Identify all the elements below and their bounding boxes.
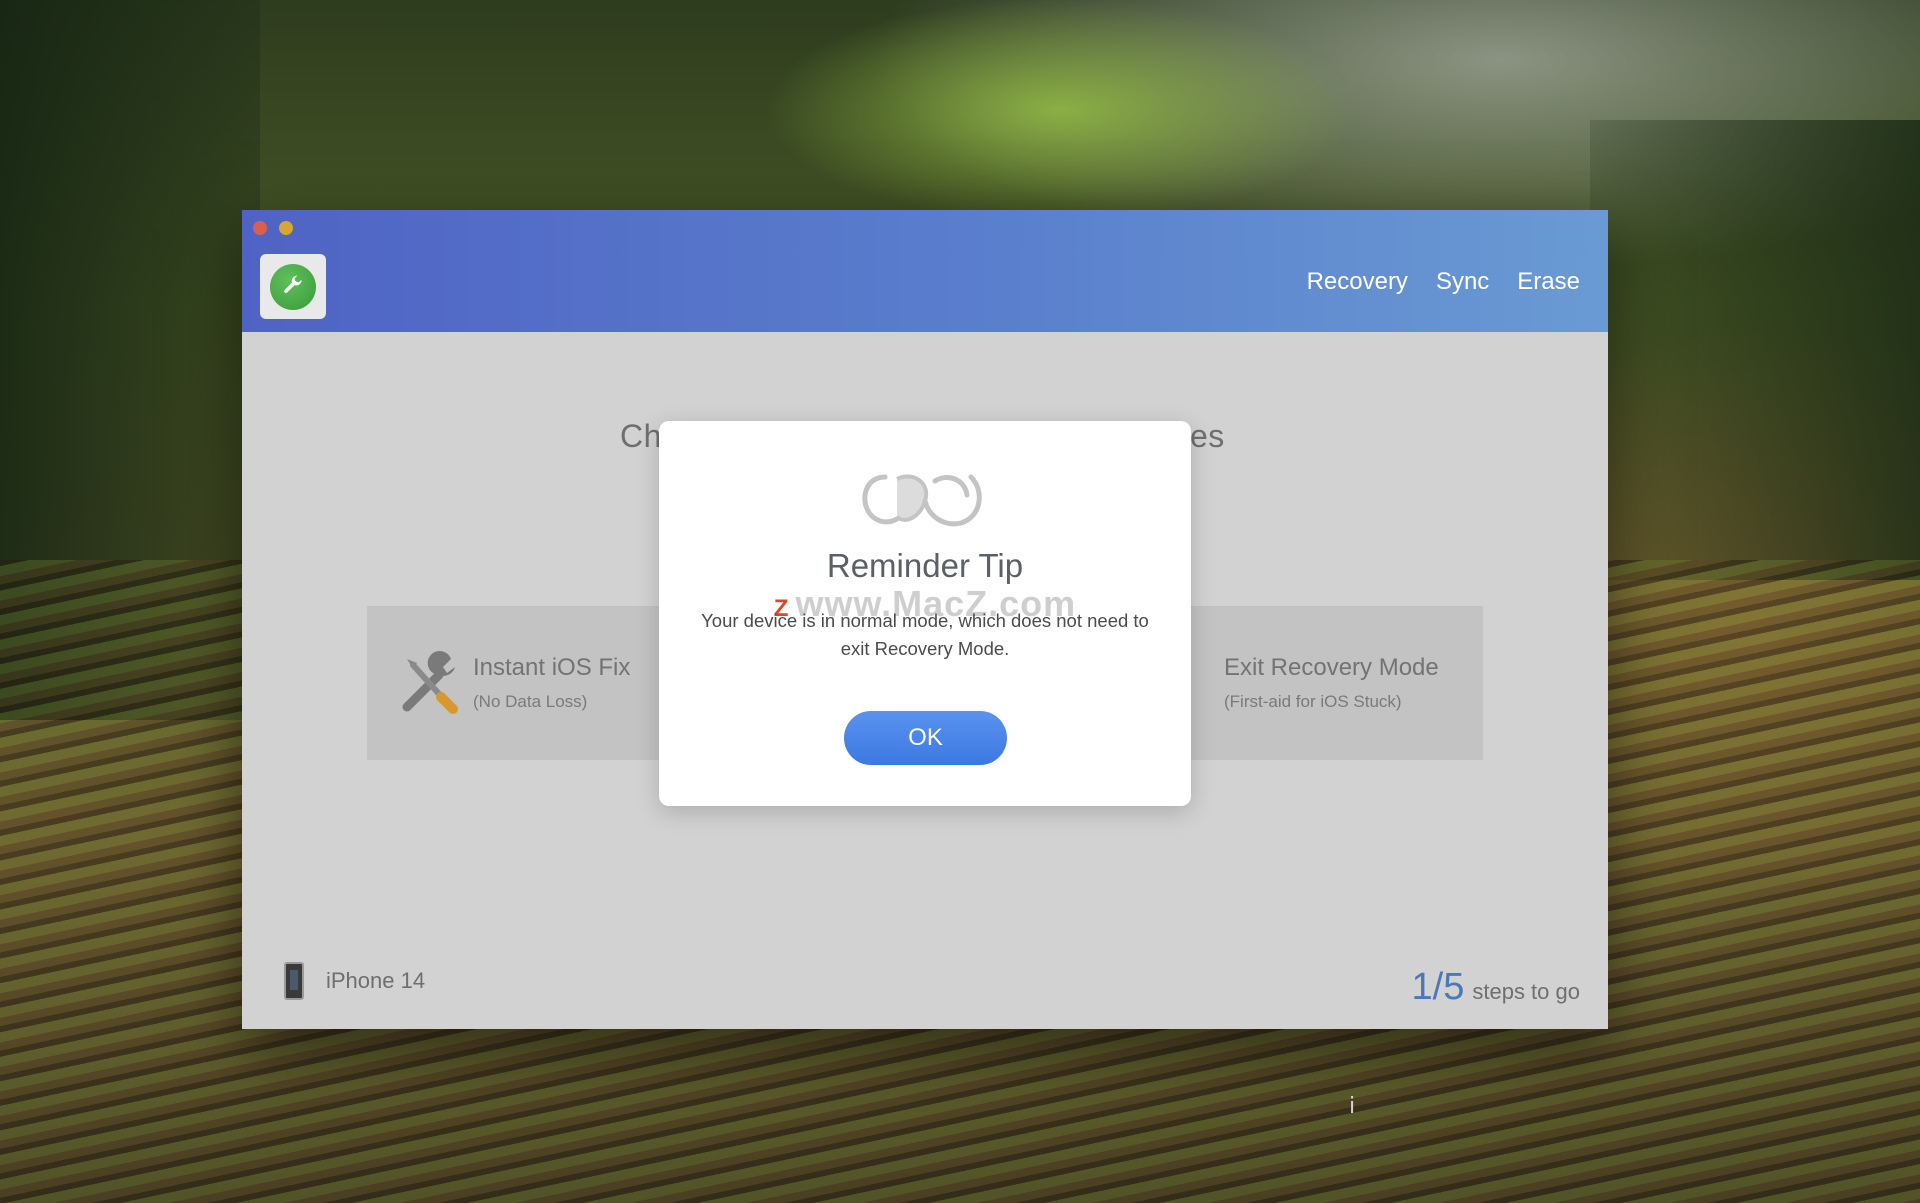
nav-sync[interactable]: Sync [1436, 268, 1489, 296]
reminder-dialog: Reminder Tip Zwww.MacZ.com Your device i… [659, 421, 1191, 806]
option-subtitle: (First-aid for iOS Stuck) [1224, 692, 1402, 711]
option-title: Exit Recovery Mode [1224, 654, 1439, 681]
steps-progress: 1/5 steps to go [1412, 966, 1580, 1009]
steps-label: steps to go [1472, 979, 1580, 1004]
iphone-icon [284, 962, 304, 1000]
steps-count: 1/5 [1411, 966, 1465, 1008]
option-exit-recovery-mode[interactable]: Exit Recovery Mode (First-aid for iOS St… [1172, 606, 1483, 760]
close-window-button[interactable] [253, 221, 267, 235]
dialog-message: Your device is in normal mode, which doe… [701, 610, 1149, 659]
tools-icon [402, 651, 458, 714]
device-indicator: iPhone 14 [284, 962, 425, 1000]
option-subtitle: (No Data Loss) [473, 692, 588, 711]
ok-button[interactable]: OK [844, 711, 1007, 765]
option-title: Instant iOS Fix [473, 654, 631, 681]
wallpaper-forest-right [1590, 120, 1920, 580]
header-bar: Recovery Sync Erase [242, 210, 1608, 332]
device-name: iPhone 14 [326, 968, 426, 993]
app-logo [260, 254, 326, 319]
dialog-title: Reminder Tip [826, 547, 1024, 584]
nav-recovery[interactable]: Recovery [1307, 268, 1408, 296]
mouse-cursor-icon: ⅰ [1349, 1093, 1356, 1118]
minimize-window-button[interactable] [279, 221, 293, 235]
option-instant-ios-fix[interactable]: Instant iOS Fix (No Data Loss) [367, 606, 697, 760]
brand-logo-icon [862, 474, 982, 527]
page-title-right-fragment: es [1190, 418, 1225, 454]
page-title-left-fragment: Ch [620, 418, 662, 454]
nav-erase[interactable]: Erase [1517, 268, 1580, 296]
top-nav: Recovery Sync Erase [1307, 268, 1580, 296]
wrench-icon [270, 263, 316, 310]
